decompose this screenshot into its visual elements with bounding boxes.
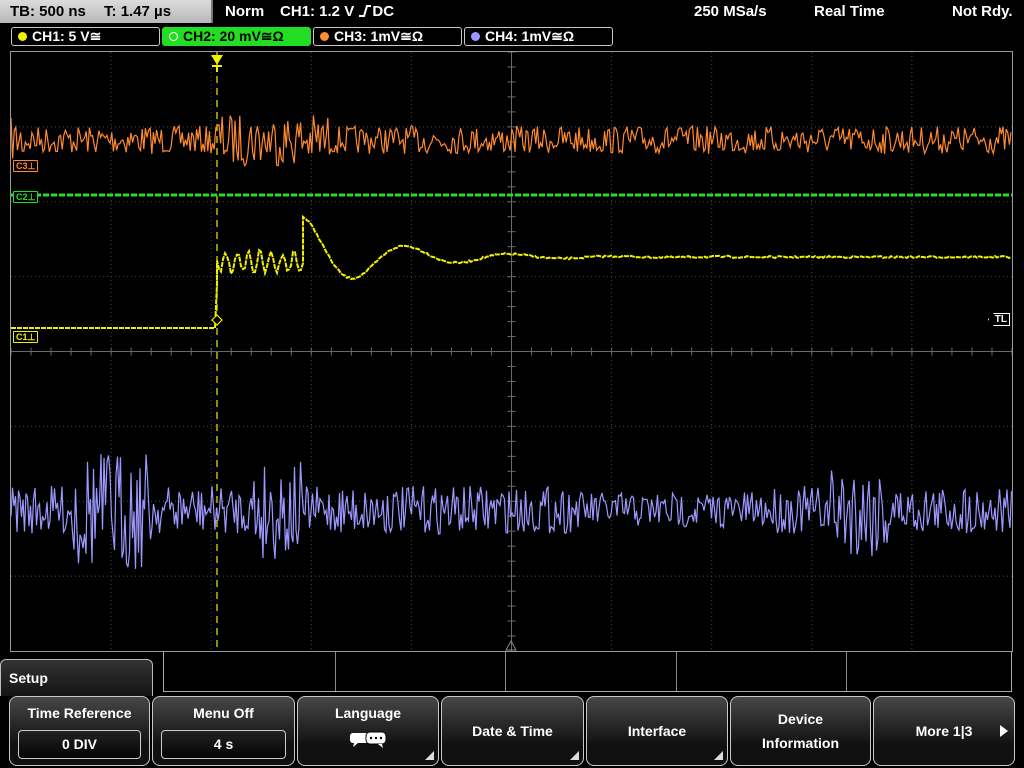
time-reference-label: Time Reference bbox=[27, 705, 132, 721]
acquisition-state: Not Rdy. bbox=[952, 3, 1013, 20]
time-reference-button[interactable]: Time Reference 0 DIV bbox=[9, 696, 150, 766]
sample-rate: 250 MSa/s bbox=[694, 3, 767, 20]
menu-sub-panel bbox=[163, 652, 1012, 692]
ch3-label: CH3: 1mV≅Ω bbox=[334, 28, 424, 44]
interface-label: Interface bbox=[627, 723, 687, 739]
ch1-color-dot bbox=[18, 32, 27, 41]
submenu-corner-icon bbox=[570, 751, 579, 760]
language-button[interactable]: Language bbox=[297, 696, 439, 766]
trigger-source-value: CH1: 1.2 V bbox=[280, 3, 355, 20]
ch2-color-dot bbox=[169, 32, 178, 41]
date-time-label: Date & Time bbox=[472, 723, 553, 739]
menu-off-label: Menu Off bbox=[193, 705, 254, 721]
menu-title-setup: Setup bbox=[0, 659, 153, 699]
interface-button[interactable]: Interface bbox=[586, 696, 728, 766]
device-information-label-1: Device bbox=[777, 711, 824, 727]
date-time-button[interactable]: Date & Time bbox=[441, 696, 584, 766]
submenu-corner-icon bbox=[425, 751, 434, 760]
ch2-label: CH2: 20 mV≅Ω bbox=[183, 28, 284, 44]
ch2-offset-marker[interactable]: C2⊥ bbox=[13, 191, 39, 203]
ch3-color-dot bbox=[320, 32, 329, 41]
ch3-offset-marker[interactable]: C3⊥ bbox=[13, 160, 39, 172]
waveform-canvas bbox=[11, 52, 1012, 651]
trigger-mode[interactable]: Norm bbox=[225, 0, 264, 24]
tab-ch1[interactable]: CH1: 5 V≅ bbox=[11, 27, 160, 46]
timebase-value: TB: 500 ns bbox=[10, 3, 86, 20]
ch4-label: CH4: 1mV≅Ω bbox=[485, 28, 575, 44]
status-bar: TB: 500 ns T: 1.47 µs Norm CH1: 1.2 V DC… bbox=[0, 0, 1024, 24]
menu-off-value: 4 s bbox=[161, 730, 286, 759]
submenu-corner-icon bbox=[714, 751, 723, 760]
language-label: Language bbox=[334, 705, 402, 721]
trigger-point-icon bbox=[211, 314, 223, 326]
trigger-position-marker-icon bbox=[211, 55, 223, 72]
speech-bubble-icon bbox=[350, 731, 387, 748]
tab-ch2[interactable]: CH2: 20 mV≅Ω bbox=[162, 27, 311, 46]
waveform-display[interactable]: C3⊥ C2⊥ C1⊥ TL bbox=[10, 51, 1013, 652]
rising-edge-icon bbox=[359, 5, 372, 17]
trigger-coupling: DC bbox=[372, 3, 395, 20]
time-reference-value: 0 DIV bbox=[18, 730, 141, 759]
device-information-button[interactable]: Device Information bbox=[730, 696, 871, 766]
trigger-time-value: T: 1.47 µs bbox=[104, 3, 172, 20]
more-label: More 1|3 bbox=[915, 723, 973, 739]
next-page-arrow-icon bbox=[1000, 725, 1008, 737]
ch4-color-dot bbox=[471, 32, 480, 41]
more-button[interactable]: More 1|3 bbox=[873, 696, 1015, 766]
acquisition-mode: Real Time bbox=[814, 3, 885, 20]
trigger-source[interactable]: CH1: 1.2 V DC bbox=[280, 0, 394, 24]
tab-ch4[interactable]: CH4: 1mV≅Ω bbox=[464, 27, 613, 46]
ch1-offset-marker[interactable]: C1⊥ bbox=[13, 331, 39, 343]
softkey-bar: Time Reference 0 DIV Menu Off 4 s Langua… bbox=[0, 696, 1024, 768]
device-information-label-2: Information bbox=[762, 735, 839, 751]
ch1-label: CH1: 5 V≅ bbox=[32, 28, 102, 44]
tab-ch3[interactable]: CH3: 1mV≅Ω bbox=[313, 27, 462, 46]
timebase-box[interactable]: TB: 500 ns T: 1.47 µs bbox=[0, 0, 213, 23]
menu-off-button[interactable]: Menu Off 4 s bbox=[152, 696, 295, 766]
